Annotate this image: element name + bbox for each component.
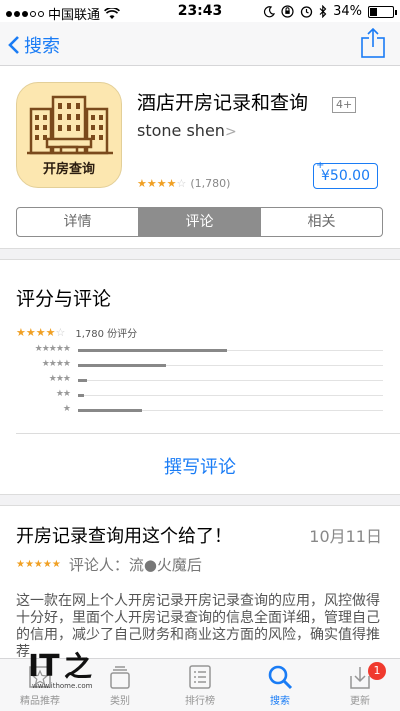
histogram-bar [78, 409, 143, 412]
average-star-icon: ★★★★☆ [16, 326, 66, 339]
tab-details[interactable]: 详情 [17, 208, 139, 236]
ithome-watermark: IT 之 www.ithome.com [28, 646, 102, 692]
updates-badge: 1 [368, 662, 386, 680]
reviewer-name: 评论人：流●火魔后 [68, 556, 202, 574]
developer-link[interactable]: stone shen> [137, 121, 237, 140]
search-icon [268, 665, 293, 690]
tab-categories-label: 类别 [110, 696, 130, 707]
tab-search-label: 搜索 [270, 696, 290, 707]
battery-level-fill [370, 7, 378, 16]
app-rating: ★★★★☆ (1,780) [137, 177, 230, 190]
tab-featured-label: 精品推荐 [20, 696, 60, 707]
ratings-section-title: 评分与评论 [16, 288, 112, 310]
histogram-row-4-star: ★★★★ [16, 359, 383, 374]
hotel-building-icon [27, 95, 113, 155]
histogram-track [78, 379, 383, 382]
back-button-label: 搜索 [24, 36, 60, 57]
histogram-track [78, 394, 383, 397]
histogram-star-label: ★★★★ [41, 359, 71, 369]
histogram-row-1-star: ★ [16, 404, 383, 419]
histogram-row-5-star: ★★★★★ [16, 344, 383, 359]
histogram-track [78, 364, 383, 367]
battery-percent: 34% [333, 4, 362, 19]
bluetooth-icon [319, 5, 327, 18]
tab-reviews[interactable]: 评论 [139, 208, 261, 236]
ithome-logo: IT 之 [28, 649, 92, 684]
tab-top-charts[interactable]: 排行榜 [160, 659, 240, 711]
review-meta: ★★★★★ 评论人：流●火魔后 [16, 554, 202, 575]
segmented-control: 详情 评论 相关 [16, 207, 383, 237]
histogram-bar [78, 364, 167, 367]
histogram-star-label: ★★ [55, 389, 71, 399]
histogram-row-2-star: ★★ [16, 389, 383, 404]
battery-icon [368, 5, 397, 18]
histogram-star-label: ★★★★★ [34, 344, 71, 354]
star-rating-icon: ★★★★☆ [137, 177, 187, 190]
svg-text:之: 之 [64, 650, 92, 682]
write-review-button[interactable]: 撰写评论 [0, 453, 400, 479]
section-separator [0, 495, 400, 505]
tab-related[interactable]: 相关 [261, 208, 382, 236]
alarm-icon [300, 6, 313, 18]
divider [0, 259, 400, 260]
histogram-track [78, 409, 383, 412]
back-button[interactable]: 搜索 [8, 32, 60, 58]
app-title: 酒店开房记录和查询 [137, 92, 309, 114]
tab-updates-label: 更新 [350, 696, 370, 707]
status-bar: 中国联通 23:43 34% [0, 0, 400, 23]
app-icon: 开房查询 [16, 82, 122, 188]
ratings-count-text: 1,780 份评分 [75, 329, 138, 340]
histogram-track [78, 349, 383, 352]
histogram-star-label: ★ [62, 404, 71, 414]
section-separator [0, 249, 400, 259]
navigation-bar: 搜索 [0, 22, 400, 66]
histogram-bar [78, 349, 228, 352]
review-star-icon: ★★★★★ [16, 559, 61, 570]
rating-count: (1,780) [190, 177, 231, 190]
buy-price-button[interactable]: ¥50.00 [313, 163, 378, 189]
tab-updates[interactable]: 更新 1 [320, 659, 400, 711]
status-right: 34% [263, 4, 397, 19]
rotation-lock-icon [281, 5, 294, 18]
top-charts-icon [189, 665, 211, 689]
app-icon-text: 开房查询 [42, 162, 95, 177]
histogram-bar [78, 379, 88, 382]
chevron-right-icon: > [224, 124, 237, 140]
tab-search[interactable]: 搜索 [240, 659, 320, 711]
tab-top-charts-label: 排行榜 [185, 696, 215, 707]
night-mode-icon [264, 5, 276, 17]
divider [16, 433, 400, 434]
review-date: 10月11日 [309, 527, 382, 546]
review-title: 开房记录查询用这个给了！ [16, 526, 232, 547]
categories-icon [110, 666, 130, 689]
share-icon[interactable] [360, 28, 386, 58]
svg-text:IT: IT [28, 649, 60, 682]
ratings-histogram: ★★★★★ ★★★★ ★★★ ★★ ★ [16, 344, 383, 419]
histogram-star-label: ★★★ [48, 374, 71, 384]
ratings-summary: ★★★★☆ 1,780 份评分 [16, 325, 137, 340]
developer-name: stone shen [137, 121, 225, 140]
back-chevron-icon [8, 36, 19, 54]
divider [0, 505, 400, 506]
watermark-url: www.ithome.com [32, 682, 93, 690]
histogram-bar [78, 394, 85, 397]
histogram-row-3-star: ★★★ [16, 374, 383, 389]
age-rating-badge: 4+ [332, 97, 357, 113]
